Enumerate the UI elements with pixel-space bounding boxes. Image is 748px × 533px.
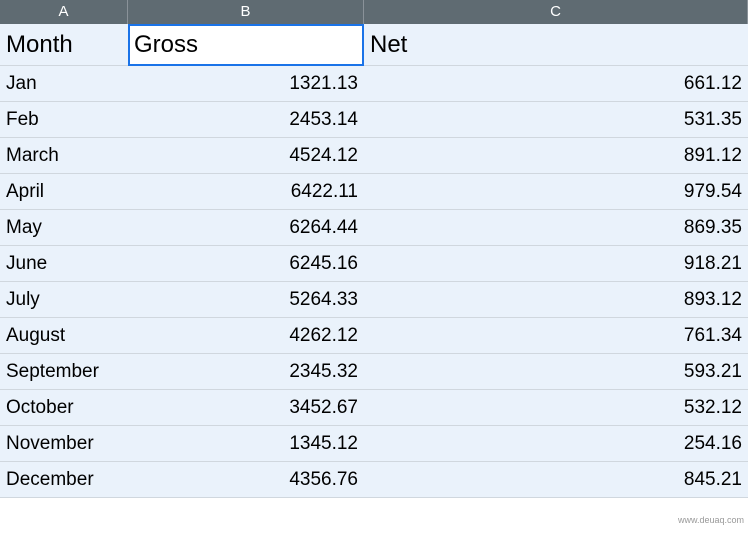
- table-row: December4356.76845.21: [0, 462, 748, 498]
- column-header-row: A B C: [0, 0, 748, 24]
- table-row: September2345.32593.21: [0, 354, 748, 390]
- spreadsheet: A B C Month Gross Net Jan1321.13661.12Fe…: [0, 0, 748, 498]
- cell-net[interactable]: 254.16: [364, 426, 748, 462]
- cell-gross[interactable]: 4356.76: [128, 462, 364, 498]
- cell-gross[interactable]: 2453.14: [128, 102, 364, 138]
- table-row: August4262.12761.34: [0, 318, 748, 354]
- cell-net[interactable]: 593.21: [364, 354, 748, 390]
- cell-net[interactable]: 869.35: [364, 210, 748, 246]
- cell-gross[interactable]: 1321.13: [128, 66, 364, 102]
- table-row: June6245.16918.21: [0, 246, 748, 282]
- column-header-a[interactable]: A: [0, 0, 128, 24]
- cell-gross[interactable]: 5264.33: [128, 282, 364, 318]
- cell-month[interactable]: April: [0, 174, 128, 210]
- cell-gross[interactable]: 4262.12: [128, 318, 364, 354]
- cell-gross-header[interactable]: Gross: [128, 24, 364, 66]
- cell-net[interactable]: 893.12: [364, 282, 748, 318]
- table-row: Feb2453.14531.35: [0, 102, 748, 138]
- cell-net[interactable]: 661.12: [364, 66, 748, 102]
- cell-gross[interactable]: 4524.12: [128, 138, 364, 174]
- cell-month[interactable]: July: [0, 282, 128, 318]
- table-row: November1345.12254.16: [0, 426, 748, 462]
- cell-month[interactable]: December: [0, 462, 128, 498]
- cell-month[interactable]: May: [0, 210, 128, 246]
- cell-gross[interactable]: 6422.11: [128, 174, 364, 210]
- table-row: Jan1321.13661.12: [0, 66, 748, 102]
- cell-net[interactable]: 531.35: [364, 102, 748, 138]
- cell-net[interactable]: 845.21: [364, 462, 748, 498]
- cell-net[interactable]: 891.12: [364, 138, 748, 174]
- cell-net[interactable]: 761.34: [364, 318, 748, 354]
- cell-gross[interactable]: 1345.12: [128, 426, 364, 462]
- cell-net-header[interactable]: Net: [364, 24, 748, 66]
- cell-month[interactable]: October: [0, 390, 128, 426]
- cell-gross[interactable]: 6245.16: [128, 246, 364, 282]
- table-row: April6422.11979.54: [0, 174, 748, 210]
- watermark: www.deuaq.com: [678, 515, 744, 525]
- table-row: March4524.12891.12: [0, 138, 748, 174]
- column-header-b[interactable]: B: [128, 0, 364, 24]
- cell-month[interactable]: Feb: [0, 102, 128, 138]
- cell-month[interactable]: Jan: [0, 66, 128, 102]
- cell-gross[interactable]: 3452.67: [128, 390, 364, 426]
- column-header-c[interactable]: C: [364, 0, 748, 24]
- table-row: May6264.44869.35: [0, 210, 748, 246]
- cell-net[interactable]: 532.12: [364, 390, 748, 426]
- cell-gross[interactable]: 2345.32: [128, 354, 364, 390]
- header-row: Month Gross Net: [0, 24, 748, 66]
- cell-month[interactable]: November: [0, 426, 128, 462]
- cell-month-header[interactable]: Month: [0, 24, 128, 66]
- cell-gross[interactable]: 6264.44: [128, 210, 364, 246]
- cell-month[interactable]: March: [0, 138, 128, 174]
- cell-net[interactable]: 979.54: [364, 174, 748, 210]
- cell-month[interactable]: June: [0, 246, 128, 282]
- cell-month[interactable]: September: [0, 354, 128, 390]
- cell-net[interactable]: 918.21: [364, 246, 748, 282]
- table-row: July5264.33893.12: [0, 282, 748, 318]
- table-row: October3452.67532.12: [0, 390, 748, 426]
- cell-month[interactable]: August: [0, 318, 128, 354]
